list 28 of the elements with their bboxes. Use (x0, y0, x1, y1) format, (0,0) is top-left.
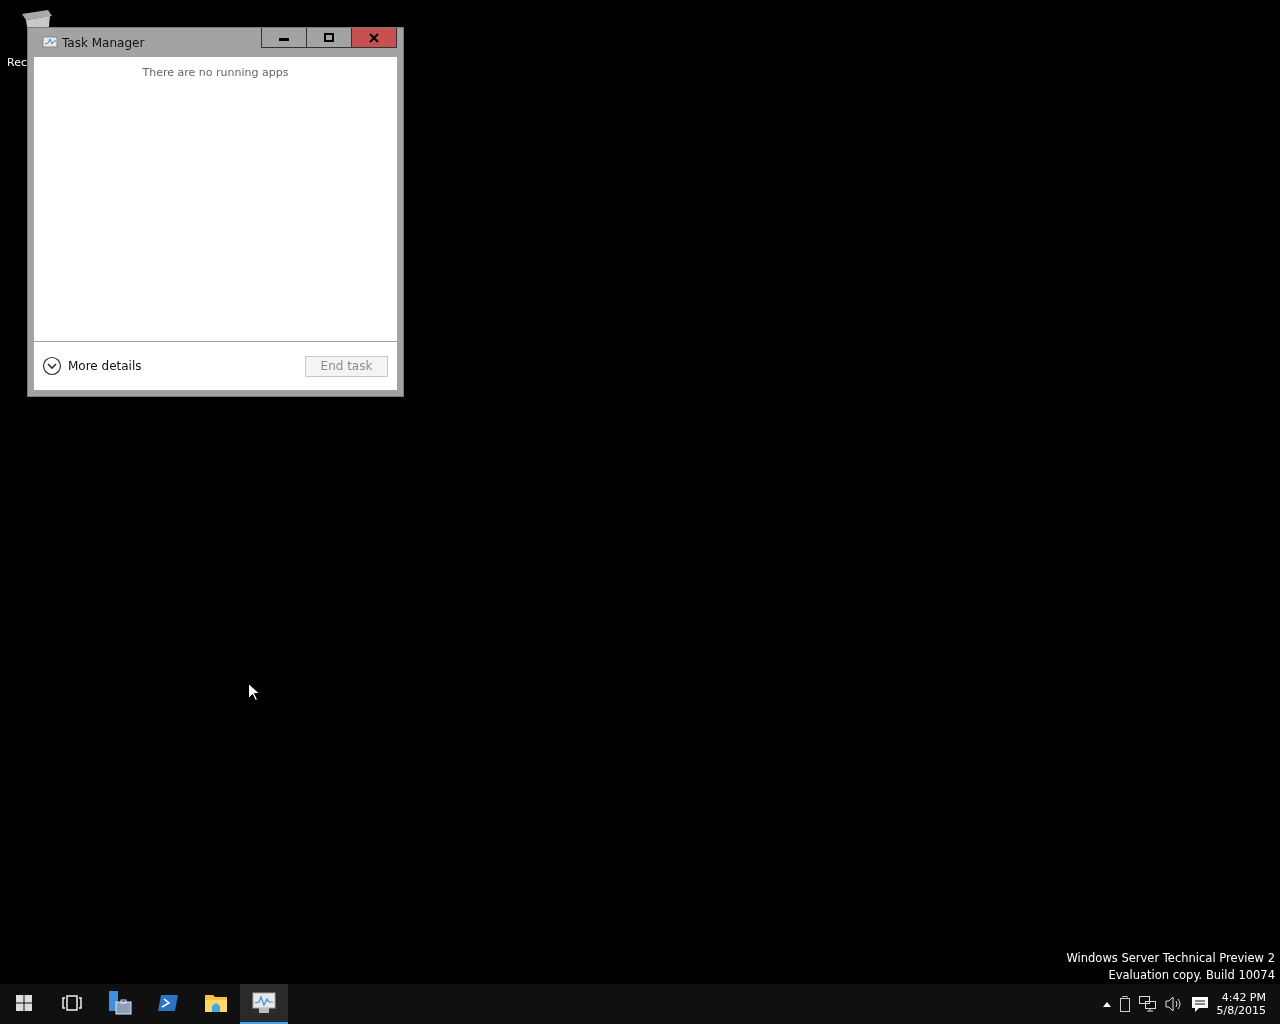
desktop-icon-label: Rec (7, 56, 27, 69)
close-icon (369, 32, 379, 43)
terminal-icon (157, 994, 179, 1012)
mouse-pointer-icon (248, 683, 259, 701)
server-toolbox-icon (107, 990, 133, 1016)
monitor-icon (42, 36, 58, 50)
clock-date: 5/8/2015 (1216, 1004, 1266, 1017)
network-icon[interactable] (1138, 996, 1157, 1012)
edition-text: Windows Server Technical Preview 2 (1066, 951, 1275, 965)
chevron-down-circle-icon (42, 356, 62, 376)
clock[interactable]: 4:42 PM 5/8/2015 (1216, 991, 1266, 1017)
more-details-button[interactable]: More details (42, 356, 142, 376)
window-title: Task Manager (62, 36, 145, 50)
minimize-button[interactable] (261, 28, 307, 48)
clock-time: 4:42 PM (1221, 991, 1266, 1004)
maximize-icon (324, 32, 334, 43)
notification-icon[interactable] (1190, 995, 1209, 1013)
performance-monitor-icon (251, 991, 277, 1015)
taskbar-button[interactable] (240, 984, 288, 1024)
battery-icon[interactable] (1118, 996, 1131, 1012)
speaker-icon[interactable] (1164, 996, 1183, 1012)
edition-text: Evaluation copy. Build 10074 (1108, 968, 1275, 982)
folder-icon (204, 993, 228, 1013)
close-button[interactable] (351, 28, 397, 48)
caret-up-icon[interactable] (1102, 1001, 1111, 1007)
task-view-icon (62, 995, 82, 1011)
empty-message: There are no running apps (142, 66, 289, 79)
windows-logo-icon (16, 995, 32, 1011)
